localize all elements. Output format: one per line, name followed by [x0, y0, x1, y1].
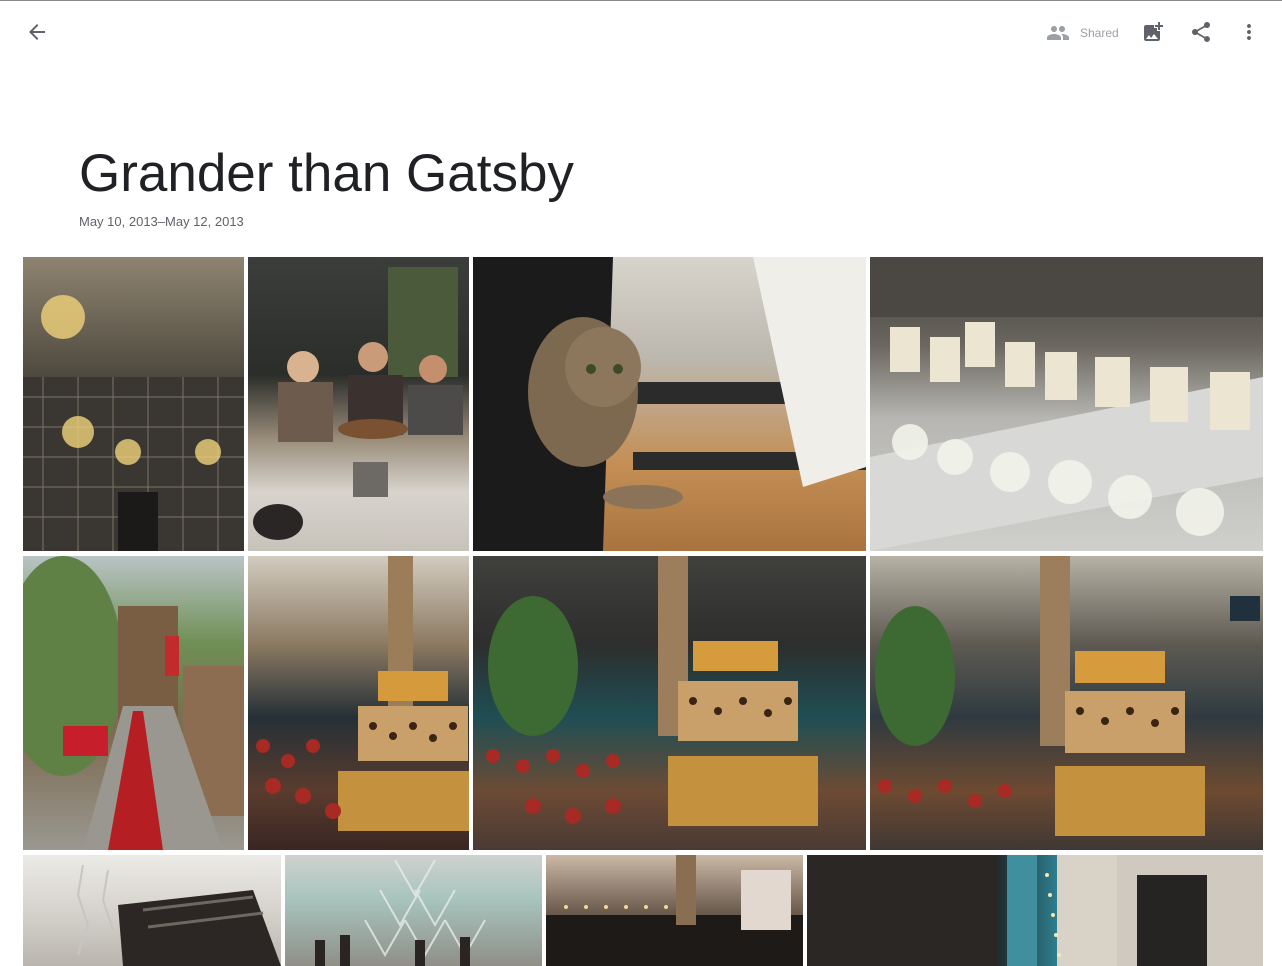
back-button[interactable] [17, 12, 57, 52]
photo-tile[interactable] [23, 855, 281, 966]
photo-image [870, 257, 1263, 551]
photo-tile[interactable] [285, 855, 542, 966]
photo-image [256, 556, 469, 831]
more-options-button[interactable] [1229, 12, 1269, 52]
share-icon [1192, 22, 1210, 42]
album-date-range: May 10, 2013–May 12, 2013 [79, 214, 244, 229]
photo-image [23, 295, 244, 551]
photo-image [486, 556, 818, 826]
photo-image [76, 864, 281, 966]
photo-image [546, 855, 803, 966]
photo-image [875, 556, 1260, 836]
photo-image [807, 855, 1263, 966]
photo-image [315, 859, 486, 966]
photo-image [253, 267, 463, 540]
shared-label: Shared [1080, 26, 1119, 40]
photo-tile[interactable] [870, 556, 1263, 850]
photo-tile[interactable] [23, 257, 244, 551]
album-title: Grander than Gatsby [79, 144, 574, 203]
more-vert-icon [1247, 24, 1251, 40]
add-photos-button[interactable] [1133, 12, 1173, 52]
shared-indicator[interactable]: Shared [1046, 20, 1119, 46]
arrow-back-icon [29, 24, 45, 40]
photo-tile[interactable] [23, 556, 244, 850]
window-top-border [0, 0, 1282, 1]
photo-tile[interactable] [248, 257, 469, 551]
photo-tile[interactable] [473, 556, 866, 850]
photo-image [23, 556, 244, 850]
photo-tile[interactable] [546, 855, 803, 966]
photo-tile[interactable] [807, 855, 1263, 966]
people-icon [1047, 26, 1069, 40]
photo-tile[interactable] [473, 257, 866, 551]
share-button[interactable] [1181, 12, 1221, 52]
photo-image [473, 257, 866, 551]
add-photo-icon [1144, 22, 1163, 41]
photo-tile[interactable] [248, 556, 469, 850]
photo-tile[interactable] [870, 257, 1263, 551]
